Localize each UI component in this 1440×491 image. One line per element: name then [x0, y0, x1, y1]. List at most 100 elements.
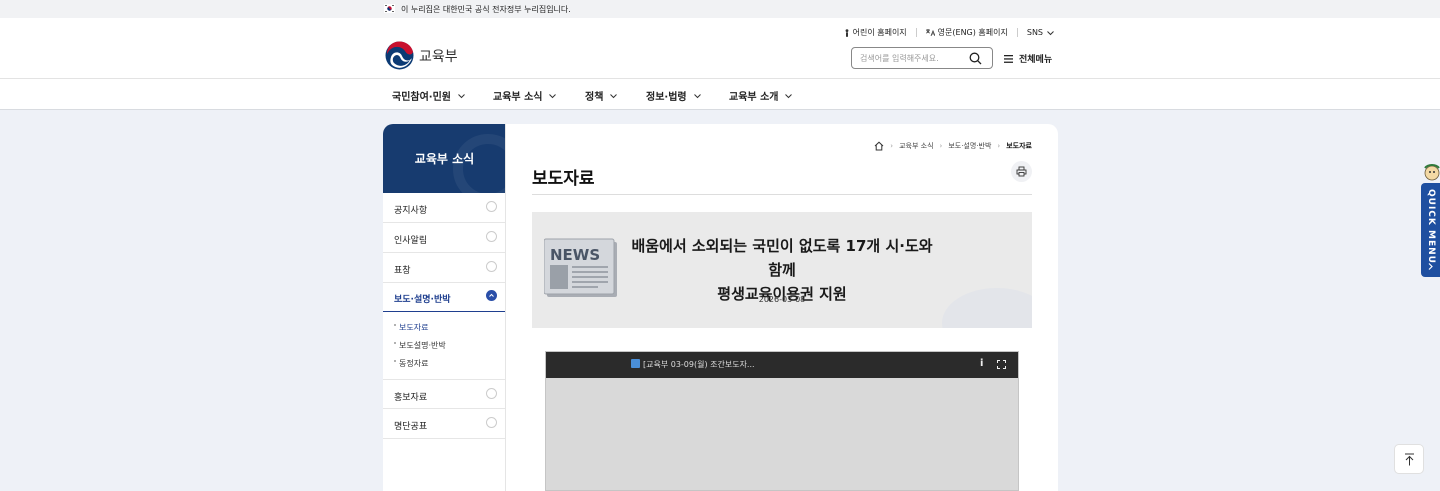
newspaper-icon: NEWS [544, 238, 617, 297]
english-site-label: 영문(ENG) 홈페이지 [937, 28, 1008, 37]
sns-label: SNS [1026, 28, 1043, 37]
side-item-label: 홍보자료 [394, 393, 428, 403]
chevron-down-icon [1047, 30, 1054, 35]
taegukgi-flag-icon [384, 4, 395, 13]
divider [532, 194, 1032, 195]
chevron-down-icon [486, 388, 497, 399]
chevron-down-icon [486, 417, 497, 428]
gov-banner-text: 이 누리집은 대한민국 공식 전자정부 누리집입니다. [401, 5, 571, 14]
government-emblem-icon [385, 41, 414, 70]
bullet [394, 342, 396, 344]
search-icon[interactable] [969, 52, 982, 65]
side-nav-header: 교육부 소식 [383, 124, 505, 193]
breadcrumb-current: 보도자료 [1006, 142, 1032, 150]
main-content: › 교육부 소식 › 보도·설명·반박 › 보도자료 보도자료 NEWS 배움에… [506, 124, 1058, 491]
child-icon [845, 28, 849, 37]
search-input[interactable] [860, 51, 966, 65]
sns-dropdown[interactable]: SNS [1027, 28, 1055, 37]
side-item-label: 표창 [394, 266, 411, 276]
gnb-item-news[interactable]: 교육부 소식 [493, 88, 557, 103]
logo-text: 교육부 [419, 48, 458, 65]
chevron-down-icon [486, 231, 497, 242]
side-item-promotion[interactable]: 홍보자료 [383, 379, 505, 409]
chevron-right-icon [1428, 263, 1433, 270]
side-navigation: 교육부 소식 공지사항 인사알림 표창 보도·설명·반박 보도자료 보도설명·반… [383, 124, 506, 491]
side-item-awards[interactable]: 표창 [383, 253, 505, 283]
side-item-label: 명단공표 [394, 422, 428, 432]
side-item-press[interactable]: 보도·설명·반박 [383, 282, 505, 312]
gnb-item-about[interactable]: 교육부 소개 [729, 88, 793, 103]
search-box [851, 47, 993, 69]
document-viewer[interactable]: [교육부 03-09(월) 조간보도자... i [545, 351, 1019, 491]
gnb-label: 교육부 소개 [729, 92, 779, 103]
gnb-item-policy[interactable]: 정책 [585, 88, 618, 103]
printer-icon [1016, 166, 1027, 177]
arrow-up-icon [1405, 453, 1414, 466]
side-nav-title: 교육부 소식 [414, 152, 475, 166]
sub-item-explanation[interactable]: 보도설명·반박 [394, 340, 446, 351]
news-date: 2026-03-08 [758, 295, 806, 304]
side-item-label: 인사알림 [394, 236, 428, 246]
home-icon[interactable] [874, 141, 884, 151]
decorative-arc [942, 288, 1032, 328]
divider [1016, 28, 1018, 37]
breadcrumb-item[interactable]: 교육부 소식 [899, 141, 933, 151]
gnb-item-information[interactable]: 정보·법령 [646, 88, 702, 103]
all-menu-label: 전체메뉴 [1019, 55, 1053, 65]
chevron-down-icon [549, 93, 557, 98]
sub-item-activities[interactable]: 동정자료 [394, 358, 428, 369]
gnb-label: 국민참여·민원 [392, 92, 451, 103]
side-item-label: 공지사항 [394, 206, 428, 216]
bullet [394, 360, 396, 362]
sub-item-label: 동정자료 [399, 359, 429, 368]
news-banner: NEWS 배움에서 소외되는 국민이 없도록 17개 시·도와 함께 평생교육이… [532, 212, 1032, 328]
gov-banner: 이 누리집은 대한민국 공식 전자정부 누리집입니다. [0, 0, 1440, 18]
breadcrumb: › 교육부 소식 › 보도·설명·반박 › 보도자료 [874, 141, 1032, 151]
document-name: [교육부 03-09(월) 조간보도자... [643, 360, 755, 369]
site-header: 어린이 홈페이지 영문(ENG) 홈페이지 SNS 교육부 전체메뉴 [0, 18, 1440, 78]
gnb-label: 교육부 소식 [493, 92, 543, 103]
bullet [394, 324, 396, 326]
headline-line-1: 배움에서 소외되는 국민이 없도록 17개 시·도와 함께 [631, 237, 933, 279]
chevron-down-icon [486, 201, 497, 212]
sub-item-label: 보도설명·반박 [399, 341, 446, 350]
quick-menu-label: QUICK MENU [1426, 189, 1436, 264]
back-to-top-button[interactable] [1394, 444, 1424, 474]
chevron-up-icon [486, 290, 497, 301]
translate-icon [925, 29, 935, 36]
gnb-item-participation[interactable]: 국민참여·민원 [392, 88, 466, 103]
all-menu-button[interactable]: 전체메뉴 [1004, 52, 1052, 65]
kids-site-link[interactable]: 어린이 홈페이지 [844, 27, 907, 38]
kids-site-label: 어린이 홈페이지 [852, 28, 907, 37]
mascot-icon [1424, 164, 1440, 181]
side-item-personnel[interactable]: 인사알림 [383, 223, 505, 253]
chevron-down-icon [785, 93, 793, 98]
print-button[interactable] [1011, 161, 1032, 182]
quick-menu[interactable]: QUICK MENU [1421, 183, 1440, 277]
fullscreen-icon[interactable] [997, 360, 1006, 369]
chevron-right-icon: › [890, 142, 894, 150]
page-title: 보도자료 [532, 169, 595, 189]
sub-item-press-release[interactable]: 보도자료 [394, 322, 428, 333]
utility-links: 어린이 홈페이지 영문(ENG) 홈페이지 SNS [844, 27, 1055, 38]
chevron-down-icon [486, 261, 497, 272]
gnb-label: 정책 [585, 92, 604, 103]
side-item-disclosure[interactable]: 명단공표 [383, 409, 505, 439]
gnb-label: 정보·법령 [646, 92, 687, 103]
english-site-link[interactable]: 영문(ENG) 홈페이지 [925, 27, 1008, 38]
hamburger-icon [1004, 54, 1013, 63]
info-icon[interactable]: i [980, 358, 983, 369]
document-icon [631, 359, 640, 368]
chevron-right-icon: › [997, 142, 1001, 150]
breadcrumb-item[interactable]: 보도·설명·반박 [948, 141, 991, 151]
moe-logo[interactable]: 교육부 [385, 41, 458, 70]
sub-item-label: 보도자료 [399, 323, 429, 332]
chevron-down-icon [610, 93, 618, 98]
chevron-right-icon: › [939, 142, 943, 150]
side-item-label: 보도·설명·반박 [394, 295, 451, 305]
chevron-down-icon [458, 93, 465, 98]
newspaper-label: NEWS [550, 246, 600, 264]
side-item-notices[interactable]: 공지사항 [383, 193, 505, 223]
divider [915, 28, 917, 37]
chevron-down-icon [693, 93, 701, 98]
